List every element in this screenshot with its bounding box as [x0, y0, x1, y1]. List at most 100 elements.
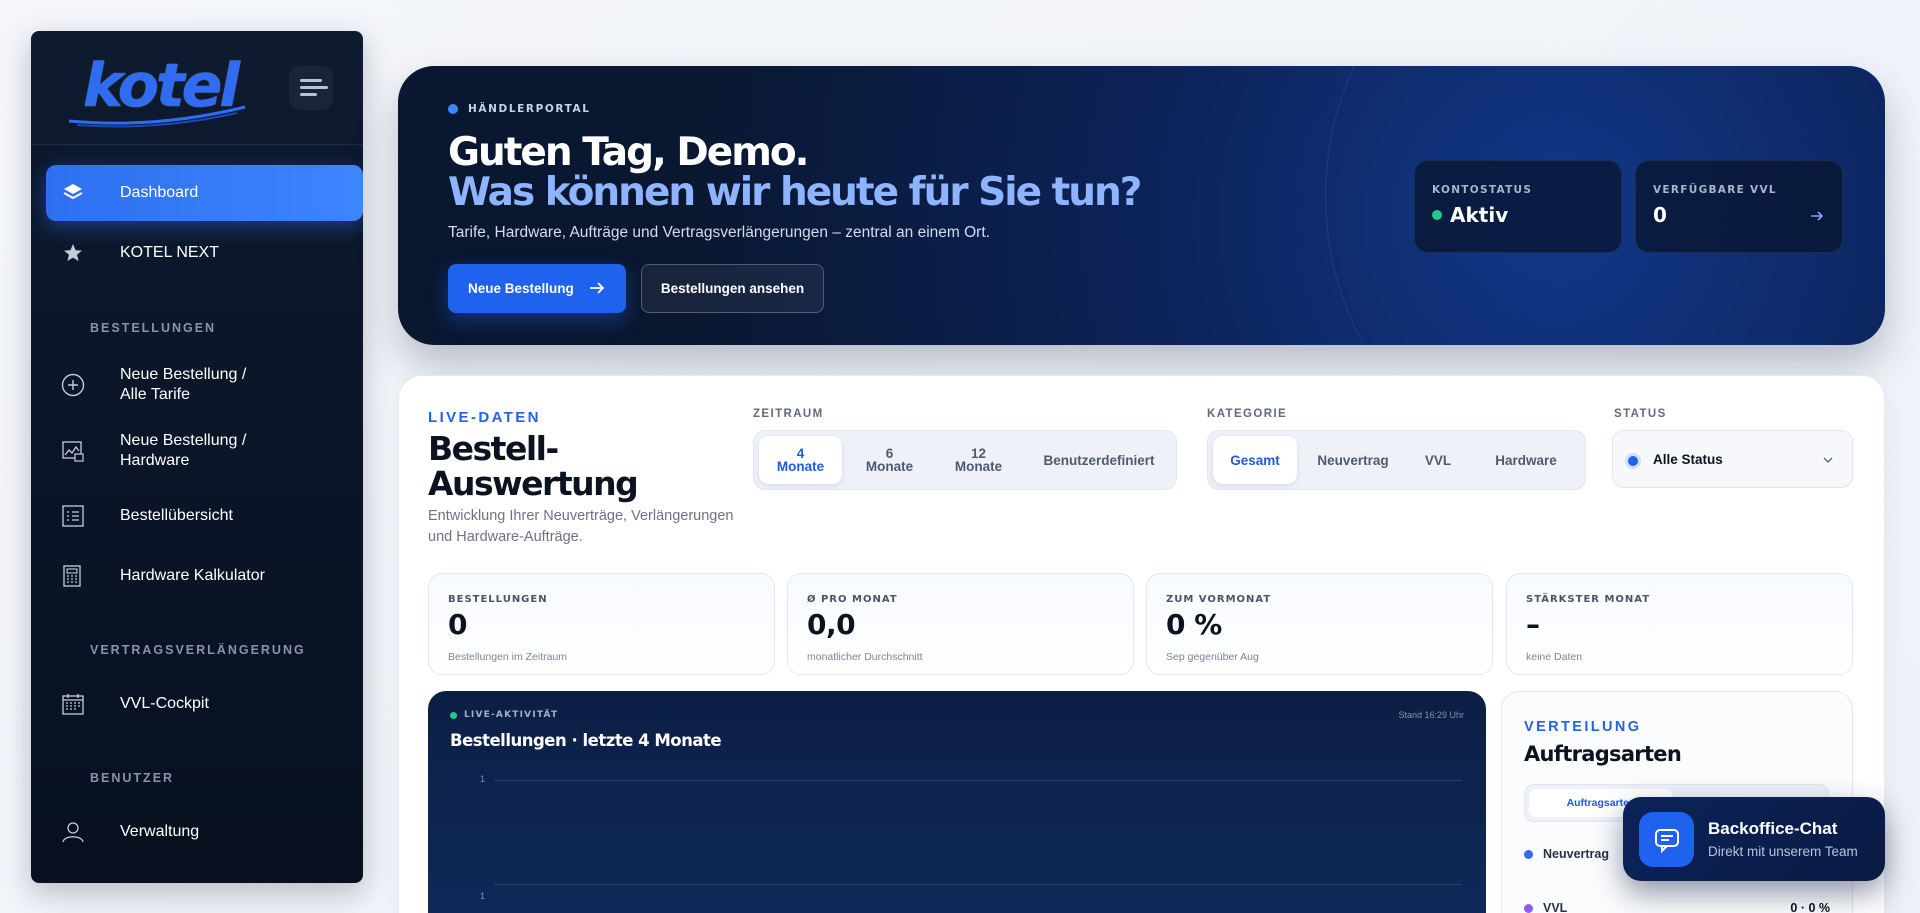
chart-y-tick: 1 [480, 774, 486, 784]
chart-y-tick: 1 [480, 891, 486, 901]
view-orders-button[interactable]: Bestellungen ansehen [641, 264, 824, 313]
distribution-row-label: VVL [1543, 901, 1568, 913]
chat-icon [1639, 812, 1694, 867]
kpi-subtext: Bestellungen im Zeitraum [448, 651, 568, 663]
distribution-title: Auftragsarten [1524, 742, 1682, 766]
category-option-hardware[interactable]: Hardware [1474, 436, 1578, 484]
sidebar-item-new-order-hardware[interactable]: Neue Bestellung / Hardware [46, 422, 363, 480]
sidebar-item-hardware-calculator[interactable]: Hardware Kalkulator [46, 548, 363, 604]
available-vvl-value: 0 [1653, 203, 1667, 227]
section-label-orders: BESTELLUNGEN [90, 321, 217, 335]
kpi-value: 0 [448, 608, 467, 641]
badge-dot-icon [448, 104, 458, 114]
period-option-12[interactable]: 12 Monate [937, 436, 1020, 484]
period-option-custom[interactable]: Benutzerdefiniert [1026, 436, 1172, 484]
backoffice-chat-widget[interactable]: Backoffice-Chat Direkt mit unserem Team [1623, 797, 1885, 881]
hero-banner: HÄNDLERPORTAL Guten Tag, Demo. Was könne… [398, 66, 1885, 345]
available-vvl-card[interactable]: VERFÜGBARE VVL 0 [1635, 160, 1843, 253]
distribution-eyebrow: VERTEILUNG [1524, 719, 1642, 735]
distribution-row-value: 0 · 0 % [1790, 901, 1830, 913]
kpi-value: – [1526, 608, 1540, 641]
period-option-4[interactable]: 4 Monate [759, 436, 842, 484]
list-icon [60, 503, 86, 529]
legend-dot-icon [1524, 903, 1533, 913]
sidebar-item-administration[interactable]: Verwaltung [46, 804, 363, 860]
analytics-eyebrow: LIVE-DATEN [428, 409, 541, 426]
star-icon [60, 240, 86, 266]
kpi-card-orders: BESTELLUNGEN 0 Bestellungen im Zeitraum [428, 573, 775, 675]
calendar-icon [60, 691, 86, 717]
hero-subtitle: Tarife, Hardware, Aufträge und Vertragsv… [448, 224, 990, 241]
hero-greeting: Guten Tag, Demo. [448, 130, 809, 175]
kpi-label: ZUM VORMONAT [1166, 594, 1272, 605]
period-segmented-control: 4 Monate 6 Monate 12 Monate Benutzerdefi… [753, 430, 1177, 490]
hero-badge-label: HÄNDLERPORTAL [468, 103, 591, 115]
kpi-label: BESTELLUNGEN [448, 594, 548, 605]
kpi-value: 0,0 [807, 608, 856, 641]
sidebar-item-label: Verwaltung [120, 823, 200, 840]
calculator-icon [60, 563, 86, 589]
kpi-card-previous-month: ZUM VORMONAT 0 % Sep gegenüber Aug [1146, 573, 1493, 675]
category-option-new-contract[interactable]: Neuvertrag [1303, 436, 1403, 484]
kpi-subtext: monatlicher Durchschnitt [807, 651, 923, 663]
account-status-card: KONTOSTATUS Aktiv [1414, 160, 1622, 253]
distribution-row-vvl: VVL [1524, 901, 1567, 913]
kpi-value: 0 % [1166, 608, 1222, 641]
kpi-subtext: Sep gegenüber Aug [1166, 651, 1259, 663]
sidebar-item-label: VVL-Cockpit [120, 695, 209, 712]
orders-chart-card: LIVE-AKTIVITÄT Stand 16:29 Uhr Bestellun… [428, 691, 1486, 913]
status-dot-icon [1628, 456, 1638, 466]
kpi-label: Ø PRO MONAT [807, 594, 898, 605]
sidebar-item-new-order-tariffs[interactable]: Neue Bestellung / Alle Tarife [46, 356, 363, 414]
new-order-button[interactable]: Neue Bestellung [448, 264, 626, 313]
chat-subtitle: Direkt mit unserem Team [1708, 844, 1858, 859]
distribution-row-new-contract: Neuvertrag [1524, 847, 1609, 861]
live-activity-label: LIVE-AKTIVITÄT [464, 710, 559, 720]
sidebar-item-label: Dashboard [120, 184, 199, 201]
sidebar-item-dashboard[interactable]: Dashboard [46, 165, 363, 221]
live-dot-icon [450, 711, 457, 719]
period-option-6[interactable]: 6 Monate [848, 436, 931, 484]
account-status-text: Aktiv [1450, 203, 1509, 227]
status-select-value: Alle Status [1653, 452, 1723, 467]
plus-circle-icon [60, 372, 86, 398]
category-segmented-control: Gesamt Neuvertrag VVL Hardware [1207, 430, 1586, 490]
logo-swoosh-icon [68, 105, 246, 128]
account-status-value: Aktiv [1432, 203, 1508, 227]
sidebar: kotel Dashboard KOTEL NEXT BESTELLUNGEN … [31, 31, 363, 883]
hardware-icon [60, 438, 86, 464]
sidebar-item-kotel-next[interactable]: KOTEL NEXT [46, 225, 363, 281]
chat-title: Backoffice-Chat [1708, 819, 1838, 838]
sidebar-item-label: Neue Bestellung / Alle Tarife [120, 366, 247, 403]
status-filter-label: STATUS [1614, 408, 1667, 420]
layers-icon [60, 180, 86, 206]
chart-title: Bestellungen · letzte 4 Monate [450, 731, 722, 750]
sidebar-item-label: KOTEL NEXT [120, 244, 219, 261]
category-filter-label: KATEGORIE [1207, 408, 1288, 420]
period-filter-label: ZEITRAUM [753, 408, 824, 420]
chart-gridline [494, 884, 1462, 885]
sidebar-item-order-overview[interactable]: Bestellübersicht [46, 488, 363, 544]
category-option-total[interactable]: Gesamt [1213, 436, 1297, 484]
account-status-label: KONTOSTATUS [1432, 184, 1533, 196]
user-icon [60, 819, 86, 845]
kpi-card-strongest-month: STÄRKSTER MONAT – keine Daten [1506, 573, 1853, 675]
new-order-label: Neue Bestellung [468, 281, 574, 296]
legend-dot-icon [1524, 849, 1533, 859]
sidebar-item-label: Neue Bestellung / Hardware [120, 432, 247, 469]
chevron-down-icon [1823, 457, 1833, 464]
chart-gridline [494, 780, 1462, 781]
analytics-title: Bestell- Auswertung [428, 429, 639, 503]
hero-badge: HÄNDLERPORTAL [448, 103, 591, 115]
section-label-renewal: VERTRAGSVERLÄNGERUNG [90, 643, 306, 657]
available-vvl-label: VERFÜGBARE VVL [1653, 184, 1777, 196]
status-select[interactable]: Alle Status [1612, 430, 1853, 488]
analytics-description: Entwicklung Ihrer Neuverträge, Verlänger… [428, 508, 734, 545]
category-option-vvl[interactable]: VVL [1408, 436, 1468, 484]
menu-toggle-button[interactable] [289, 66, 333, 110]
sidebar-item-vvl-cockpit[interactable]: VVL-Cockpit [46, 676, 363, 732]
sidebar-item-label: Bestellübersicht [120, 507, 233, 524]
status-dot-icon [1432, 210, 1442, 220]
kotel-logo[interactable]: kotel [67, 51, 247, 131]
hero-question: Was können wir heute für Sie tun? [448, 170, 1142, 215]
